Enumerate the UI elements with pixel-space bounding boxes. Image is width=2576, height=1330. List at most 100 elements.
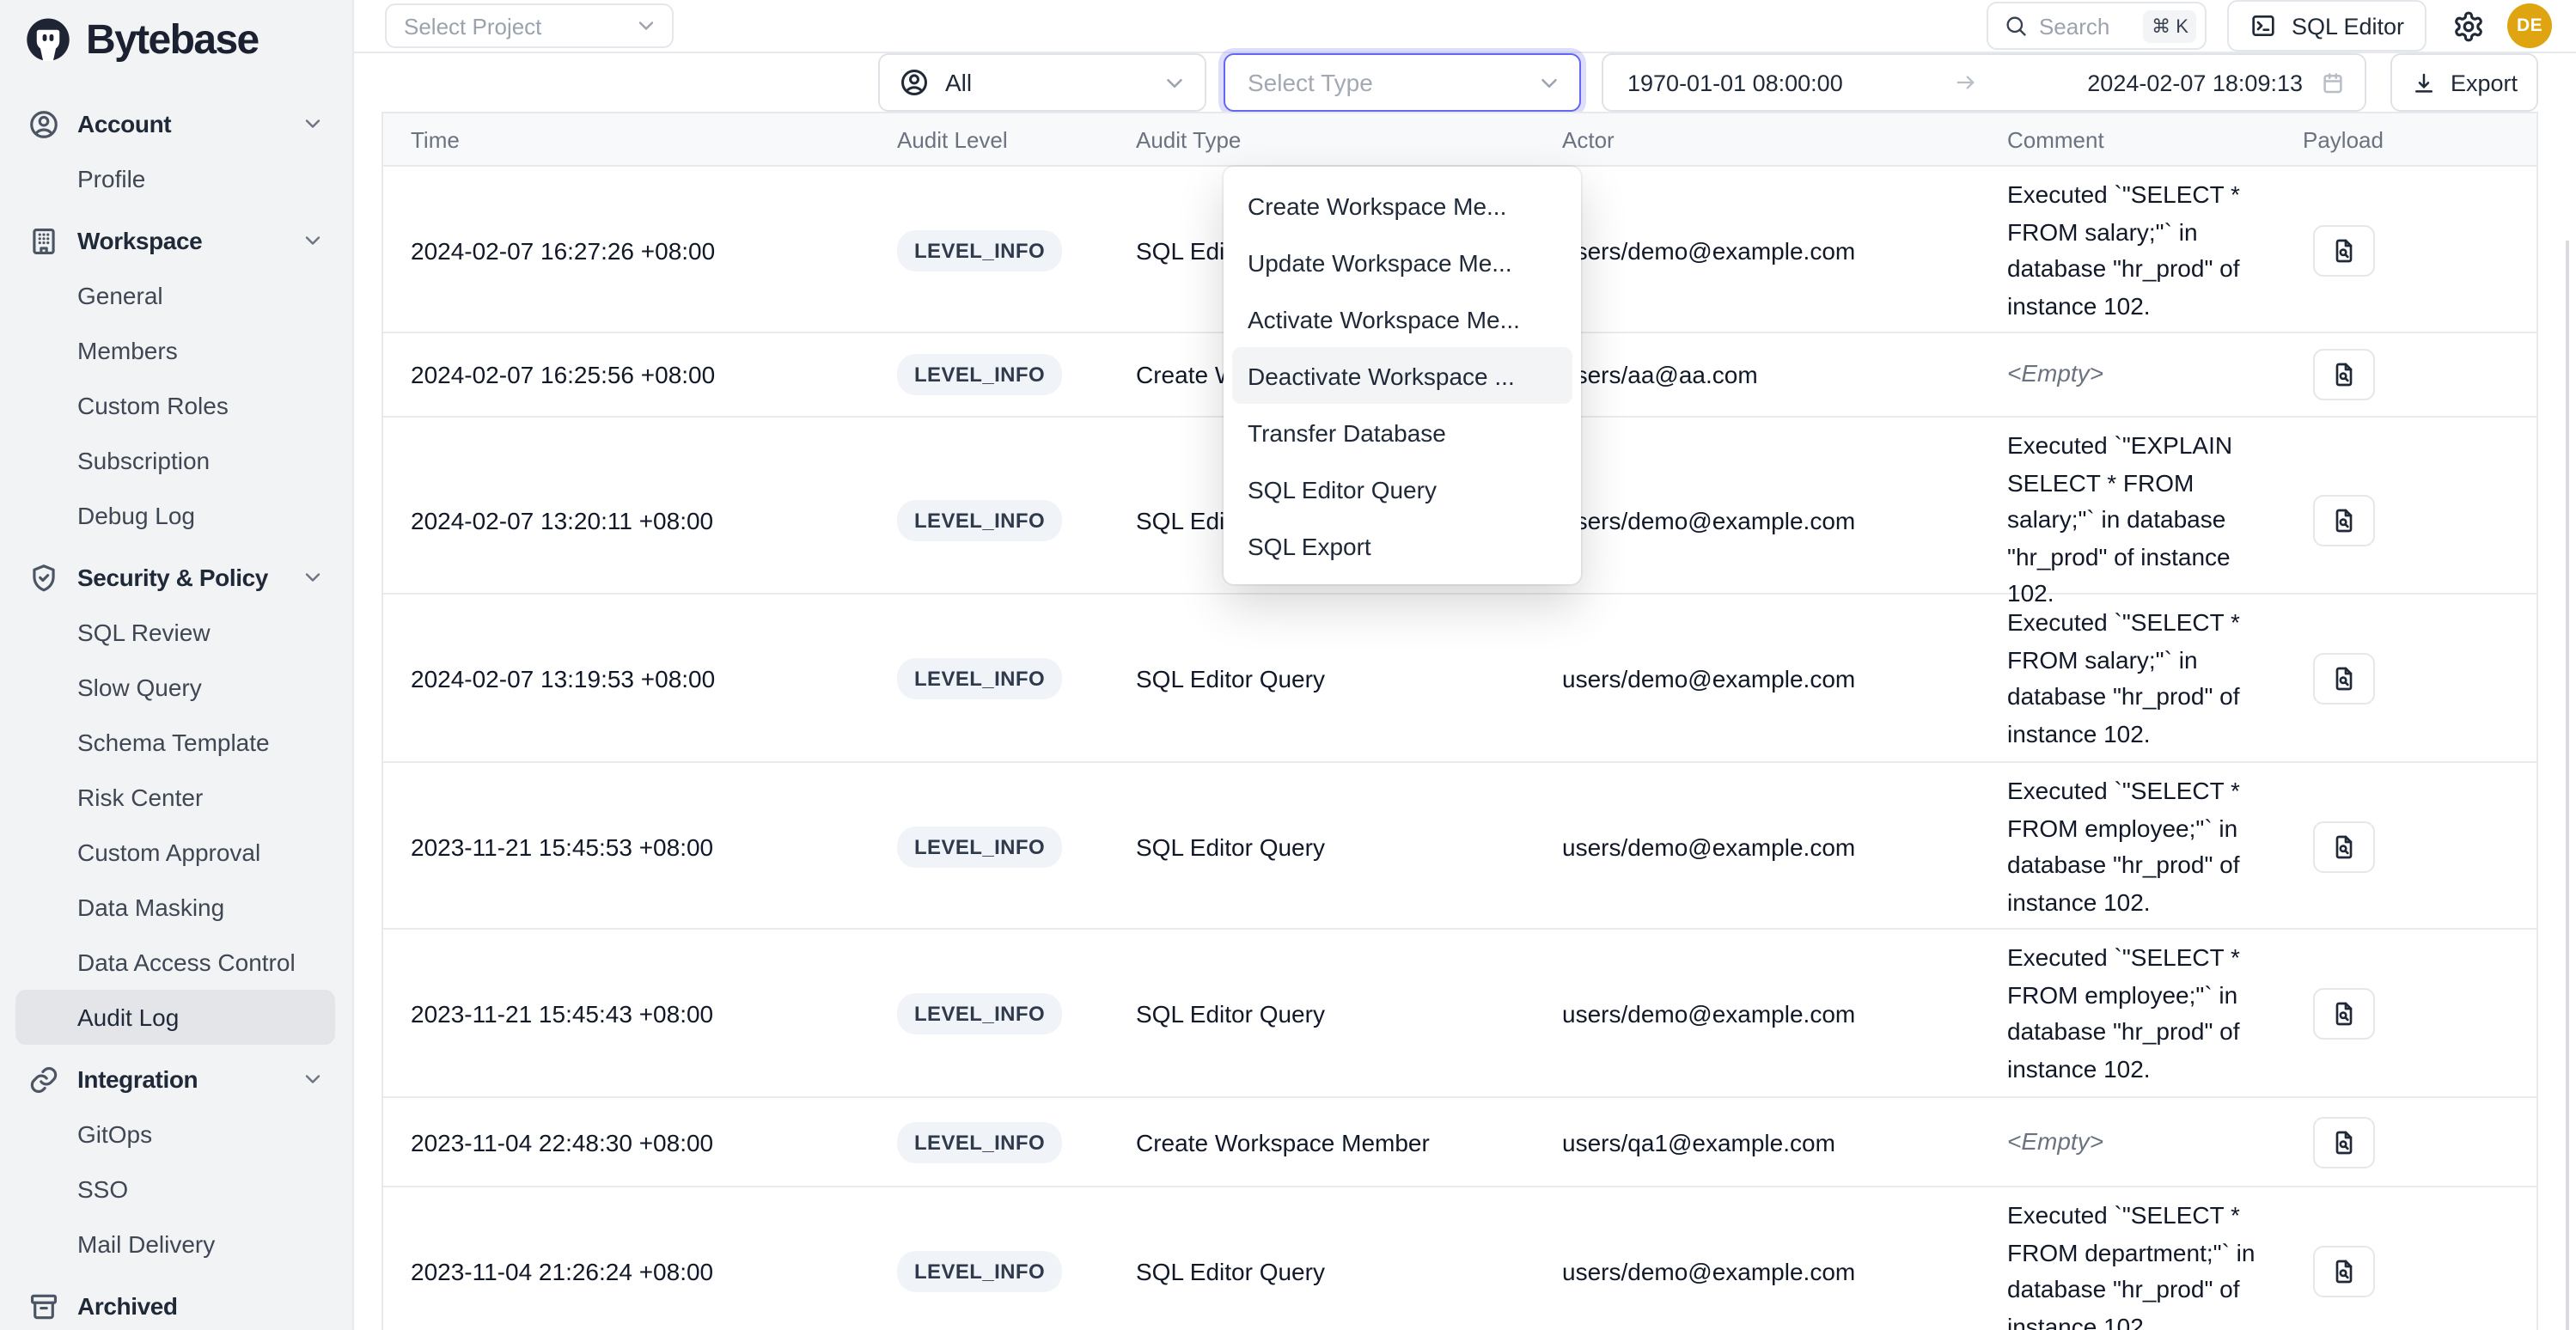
- level-badge: LEVEL_INFO: [897, 1251, 1062, 1292]
- dropdown-item-sql-editor-query[interactable]: SQL Editor Query: [1232, 461, 1572, 517]
- cell-actor: users/aa@aa.com: [1562, 361, 1990, 388]
- file-search-icon: [2330, 1128, 2358, 1156]
- cell-comment: Executed `"SELECT * FROM salary;"` in da…: [1990, 167, 2303, 335]
- sidebar-item-data-masking[interactable]: Data Masking: [0, 880, 352, 935]
- sidebar-nav: Account Profile Workspace General Member…: [0, 82, 352, 1330]
- sidebar-group-integration[interactable]: Integration: [0, 1052, 352, 1107]
- sidebar-item-debug-log[interactable]: Debug Log: [0, 488, 352, 543]
- sidebar-item-slow-query[interactable]: Slow Query: [0, 660, 352, 715]
- cell-audit-level: LEVEL_INFO: [897, 500, 1136, 541]
- level-badge: LEVEL_INFO: [897, 827, 1062, 868]
- dropdown-item-transfer-database[interactable]: Transfer Database: [1232, 404, 1572, 461]
- cell-actor: users/qa1@example.com: [1562, 1128, 1990, 1156]
- sidebar-group-workspace[interactable]: Workspace: [0, 213, 352, 268]
- sidebar-item-custom-approval[interactable]: Custom Approval: [0, 825, 352, 880]
- sidebar-item-data-access-control[interactable]: Data Access Control: [0, 935, 352, 990]
- cell-audit-type: SQL Editor Query: [1136, 833, 1562, 861]
- scrollbar[interactable]: [2566, 241, 2569, 1330]
- cell-actor: users/demo@example.com: [1562, 833, 1990, 861]
- file-search-icon: [2330, 833, 2358, 861]
- arrow-right-icon: [1953, 70, 1977, 95]
- column-header-audit-type: Audit Type: [1136, 126, 1562, 152]
- payload-view-button[interactable]: [2313, 225, 2375, 277]
- dropdown-item-activate-workspace-member[interactable]: Activate Workspace Me...: [1232, 290, 1572, 347]
- dropdown-item-deactivate-workspace-member[interactable]: Deactivate Workspace ...: [1232, 347, 1572, 404]
- chevron-down-icon: [301, 565, 325, 589]
- cell-audit-level: LEVEL_INFO: [897, 658, 1136, 699]
- export-button[interactable]: Export: [2390, 53, 2538, 112]
- calendar-icon: [2320, 70, 2346, 95]
- sidebar-item-mail-delivery[interactable]: Mail Delivery: [0, 1217, 352, 1272]
- chevron-down-icon: [1536, 70, 1562, 95]
- type-filter-select[interactable]: Select Type: [1224, 53, 1581, 112]
- cell-actor: users/demo@example.com: [1562, 237, 1990, 265]
- file-search-icon: [2330, 237, 2358, 265]
- building-icon: [27, 224, 60, 257]
- bytebase-logo-icon: [22, 15, 74, 67]
- sidebar-item-sso[interactable]: SSO: [0, 1162, 352, 1217]
- cell-payload: [2303, 1116, 2536, 1168]
- payload-view-button[interactable]: [2313, 1116, 2375, 1168]
- table-row: 2023-11-04 21:26:24 +08:00 LEVEL_INFO SQ…: [383, 1187, 2536, 1330]
- sidebar-group-security-policy[interactable]: Security & Policy: [0, 550, 352, 605]
- sidebar-item-risk-center[interactable]: Risk Center: [0, 770, 352, 825]
- cell-audit-type: Create Workspace Member: [1136, 1128, 1562, 1156]
- dropdown-item-sql-export[interactable]: SQL Export: [1232, 517, 1572, 574]
- sidebar-item-custom-roles[interactable]: Custom Roles: [0, 378, 352, 433]
- cell-actor: users/demo@example.com: [1562, 665, 1990, 692]
- sidebar-item-general[interactable]: General: [0, 268, 352, 323]
- actor-filter-select[interactable]: All: [878, 53, 1206, 112]
- payload-view-button[interactable]: [2313, 349, 2375, 400]
- level-badge: LEVEL_INFO: [897, 658, 1062, 699]
- sidebar-item-gitops[interactable]: GitOps: [0, 1107, 352, 1162]
- table-row: 2023-11-21 15:45:43 +08:00 LEVEL_INFO SQ…: [383, 930, 2536, 1098]
- date-range-picker[interactable]: 1970-01-01 08:00:00 2024-02-07 18:09:13: [1602, 53, 2366, 112]
- project-select[interactable]: Select Project: [385, 3, 674, 48]
- type-filter-dropdown: Create Workspace Me... Update Workspace …: [1224, 167, 1581, 584]
- link-icon: [27, 1063, 60, 1095]
- cell-audit-level: LEVEL_INFO: [897, 1121, 1136, 1162]
- user-circle-icon: [27, 107, 60, 140]
- cell-audit-level: LEVEL_INFO: [897, 993, 1136, 1034]
- download-icon: [2411, 70, 2437, 95]
- payload-view-button[interactable]: [2313, 988, 2375, 1040]
- dropdown-item-update-workspace-member[interactable]: Update Workspace Me...: [1232, 234, 1572, 290]
- brand-wordmark: Bytebase: [86, 17, 259, 65]
- table-row: 2023-11-04 22:48:30 +08:00 LEVEL_INFO Cr…: [383, 1098, 2536, 1187]
- bytebase-logo[interactable]: Bytebase: [0, 0, 352, 82]
- sidebar-item-sql-review[interactable]: SQL Review: [0, 605, 352, 660]
- file-search-icon: [2330, 1000, 2358, 1028]
- sidebar-item-archived[interactable]: Archived: [0, 1278, 352, 1330]
- payload-view-button[interactable]: [2313, 1246, 2375, 1297]
- sql-editor-button[interactable]: SQL Editor: [2228, 0, 2426, 52]
- cell-comment: Executed `"EXPLAIN SELECT * FROM salary;…: [1990, 418, 2303, 623]
- cell-actor: users/demo@example.com: [1562, 1258, 1990, 1285]
- audit-log-page: Bytebase Account Profile Workspace Gener…: [0, 0, 2576, 1330]
- search-input[interactable]: Search ⌘ K: [1987, 2, 2207, 50]
- cell-audit-level: LEVEL_INFO: [897, 827, 1136, 868]
- gear-icon[interactable]: [2452, 9, 2485, 42]
- sidebar-item-audit-log[interactable]: Audit Log: [15, 990, 335, 1045]
- sidebar-item-subscription[interactable]: Subscription: [0, 433, 352, 488]
- avatar[interactable]: DE: [2507, 3, 2552, 48]
- sidebar-item-members[interactable]: Members: [0, 323, 352, 378]
- chevron-down-icon: [634, 14, 658, 38]
- keyboard-shortcut-badge: ⌘ K: [2143, 9, 2197, 42]
- cell-payload: [2303, 495, 2536, 546]
- payload-view-button[interactable]: [2313, 495, 2375, 546]
- cell-audit-type: SQL Editor Query: [1136, 1258, 1562, 1285]
- sidebar-item-schema-template[interactable]: Schema Template: [0, 715, 352, 770]
- cell-comment: <Empty>: [1990, 1113, 2303, 1171]
- sidebar-group-account[interactable]: Account: [0, 96, 352, 151]
- sidebar-item-profile[interactable]: Profile: [0, 151, 352, 206]
- filter-bar: All Select Type 1970-01-01 08:00:00 2024…: [354, 53, 2576, 112]
- file-search-icon: [2330, 1258, 2358, 1285]
- chevron-down-icon: [301, 112, 325, 136]
- cell-time: 2023-11-21 15:45:43 +08:00: [383, 1000, 897, 1028]
- file-search-icon: [2330, 507, 2358, 534]
- payload-view-button[interactable]: [2313, 653, 2375, 705]
- cell-audit-type: SQL Editor Query: [1136, 665, 1562, 692]
- payload-view-button[interactable]: [2313, 821, 2375, 873]
- chevron-down-icon: [1162, 70, 1187, 95]
- dropdown-item-create-workspace-member[interactable]: Create Workspace Me...: [1232, 177, 1572, 234]
